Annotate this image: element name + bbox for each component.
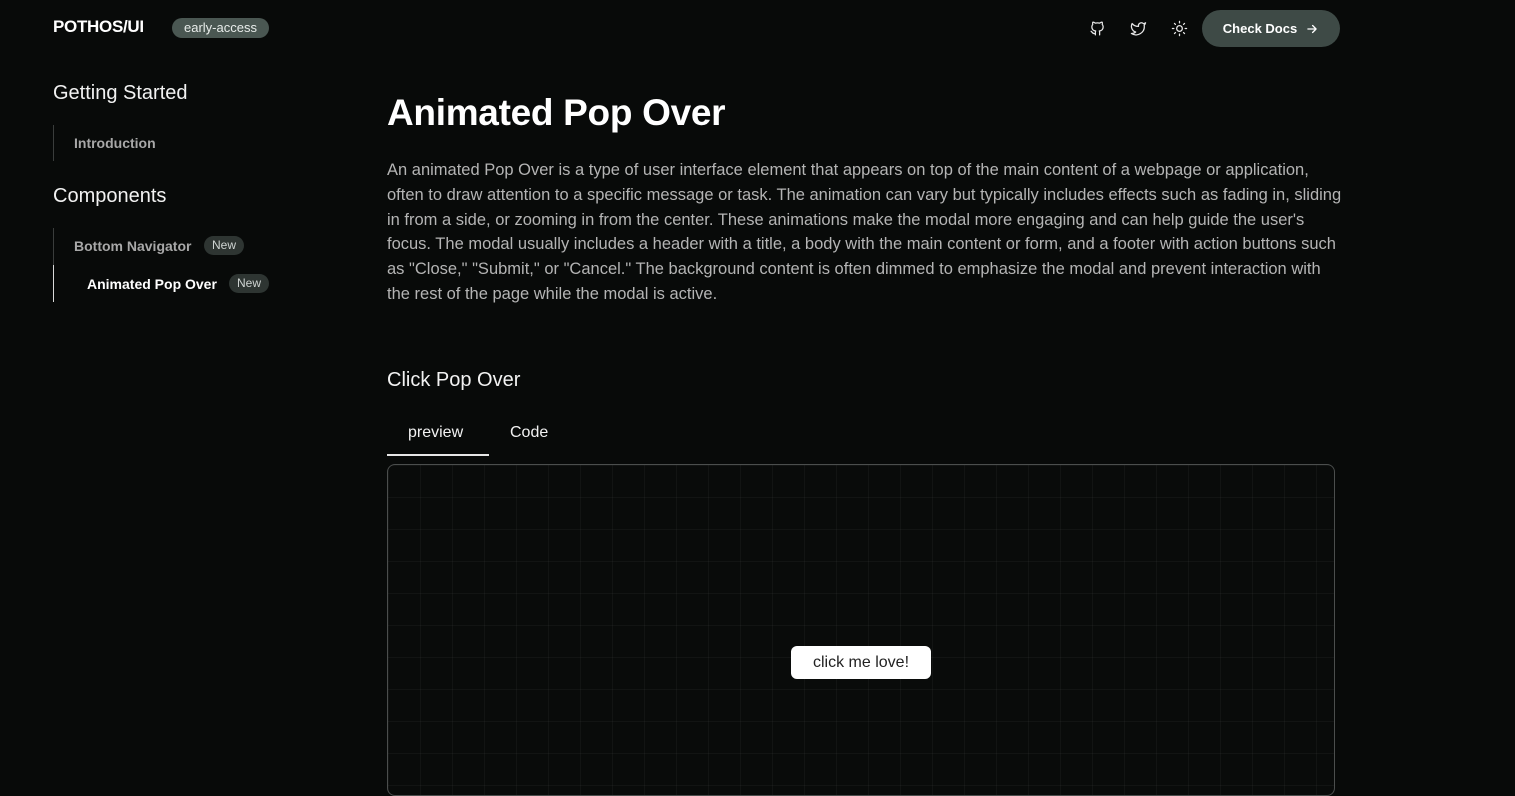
sidebar-item-introduction[interactable]: Introduction [74, 135, 156, 151]
sidebar-divider [53, 228, 54, 265]
sidebar-heading-getting-started: Getting Started [53, 82, 188, 104]
section-title: Click Pop Over [387, 369, 521, 391]
sun-icon[interactable] [1169, 18, 1189, 38]
logo[interactable]: POTHOS/UI [53, 17, 144, 37]
active-tab-indicator [387, 454, 489, 456]
early-access-badge: early-access [172, 18, 269, 38]
top-header: POTHOS/UI early-access Check Docs [0, 0, 1515, 56]
preview-panel [387, 464, 1335, 796]
tab-code[interactable]: Code [510, 424, 548, 442]
new-badge: New [204, 236, 245, 255]
check-docs-button[interactable]: Check Docs [1202, 10, 1340, 47]
twitter-icon[interactable] [1128, 18, 1148, 38]
tab-preview[interactable]: preview [408, 424, 463, 442]
github-icon[interactable] [1087, 18, 1107, 38]
arrow-right-icon [1307, 24, 1317, 33]
new-badge: New [229, 274, 270, 293]
check-docs-label: Check Docs [1222, 21, 1298, 36]
sidebar-item-animated-pop-over[interactable]: Animated Pop Over [87, 276, 217, 292]
click-me-love-button[interactable]: click me love! [791, 646, 931, 679]
sidebar-item-bottom-navigator[interactable]: Bottom Navigator [74, 238, 191, 254]
sidebar-active-indicator [53, 265, 54, 302]
page-description: An animated Pop Over is a type of user i… [387, 161, 1342, 303]
page-title: Animated Pop Over [387, 92, 726, 133]
sidebar-heading-components: Components [53, 185, 167, 207]
sidebar-divider [53, 125, 54, 161]
